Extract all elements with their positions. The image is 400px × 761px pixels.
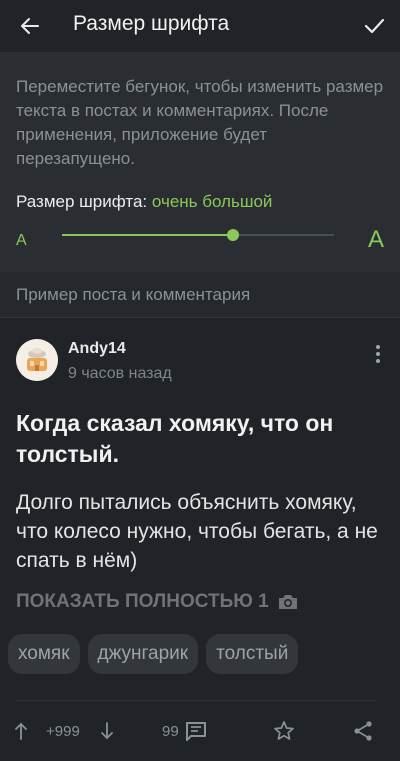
star-icon <box>274 721 294 740</box>
post-author[interactable]: Andy14 <box>68 340 126 358</box>
post-rating: +999 <box>46 722 80 740</box>
font-size-label: Размер шрифта: очень большой <box>16 192 272 212</box>
tag[interactable]: хомяк <box>8 634 80 674</box>
more-options-button[interactable] <box>370 342 386 366</box>
max-size-glyph: A <box>367 226 384 253</box>
tag[interactable]: толстый <box>206 634 299 674</box>
arrow-up-icon <box>15 722 27 740</box>
preview-section-header: Пример поста и комментария <box>0 272 400 318</box>
arrow-left-icon <box>21 18 39 34</box>
post-time: 9 часов назад <box>68 365 172 382</box>
font-size-value: очень большой <box>151 192 273 211</box>
hamster-avatar-icon <box>16 339 58 381</box>
share-icon <box>354 721 372 741</box>
tag-list: хомяк джунгарик толстый <box>8 634 299 674</box>
comments-button[interactable]: 99 <box>162 711 207 751</box>
slider-thumb[interactable] <box>227 229 240 241</box>
more-vertical-icon <box>376 345 380 349</box>
camera-icon <box>278 595 297 609</box>
post-body: Долго пытались объяснить хомяку, что кол… <box>16 491 378 572</box>
divider <box>16 700 376 701</box>
check-icon <box>364 18 385 34</box>
tag[interactable]: джунгарик <box>87 634 199 674</box>
confirm-button[interactable] <box>358 10 390 42</box>
font-size-settings: Переместите бегунок, чтобы изменить разм… <box>0 52 400 272</box>
settings-description: Переместите бегунок, чтобы изменить разм… <box>16 77 384 168</box>
comments-count: 99 <box>162 722 179 740</box>
post-actions: +999 99 <box>0 711 400 751</box>
show-more-label: ПОКАЗАТЬ ПОЛНОСТЬЮ 1 <box>16 591 269 612</box>
share-button[interactable] <box>352 711 374 751</box>
avatar[interactable] <box>16 339 58 381</box>
downvote-button[interactable] <box>100 711 114 751</box>
show-more-button[interactable]: ПОКАЗАТЬ ПОЛНОСТЬЮ 1 <box>16 591 299 613</box>
back-button[interactable] <box>14 10 46 42</box>
upvote-button[interactable] <box>14 711 28 751</box>
post-preview: Andy14 9 часов назад Когда сказал хомяку… <box>0 318 400 761</box>
arrow-down-icon <box>101 722 113 740</box>
save-button[interactable] <box>273 711 295 751</box>
font-size-label-text: Размер шрифта: <box>16 192 148 211</box>
font-size-slider[interactable] <box>62 229 334 241</box>
app-bar: Размер шрифта <box>0 0 400 52</box>
page-title: Размер шрифта <box>73 12 230 35</box>
preview-section-title: Пример поста и комментария <box>16 285 251 304</box>
comment-icon <box>185 722 206 741</box>
post-title[interactable]: Когда сказал хомяку, что он толстый. <box>16 408 388 470</box>
slider-fill <box>62 234 234 236</box>
min-size-glyph: A <box>16 232 27 249</box>
